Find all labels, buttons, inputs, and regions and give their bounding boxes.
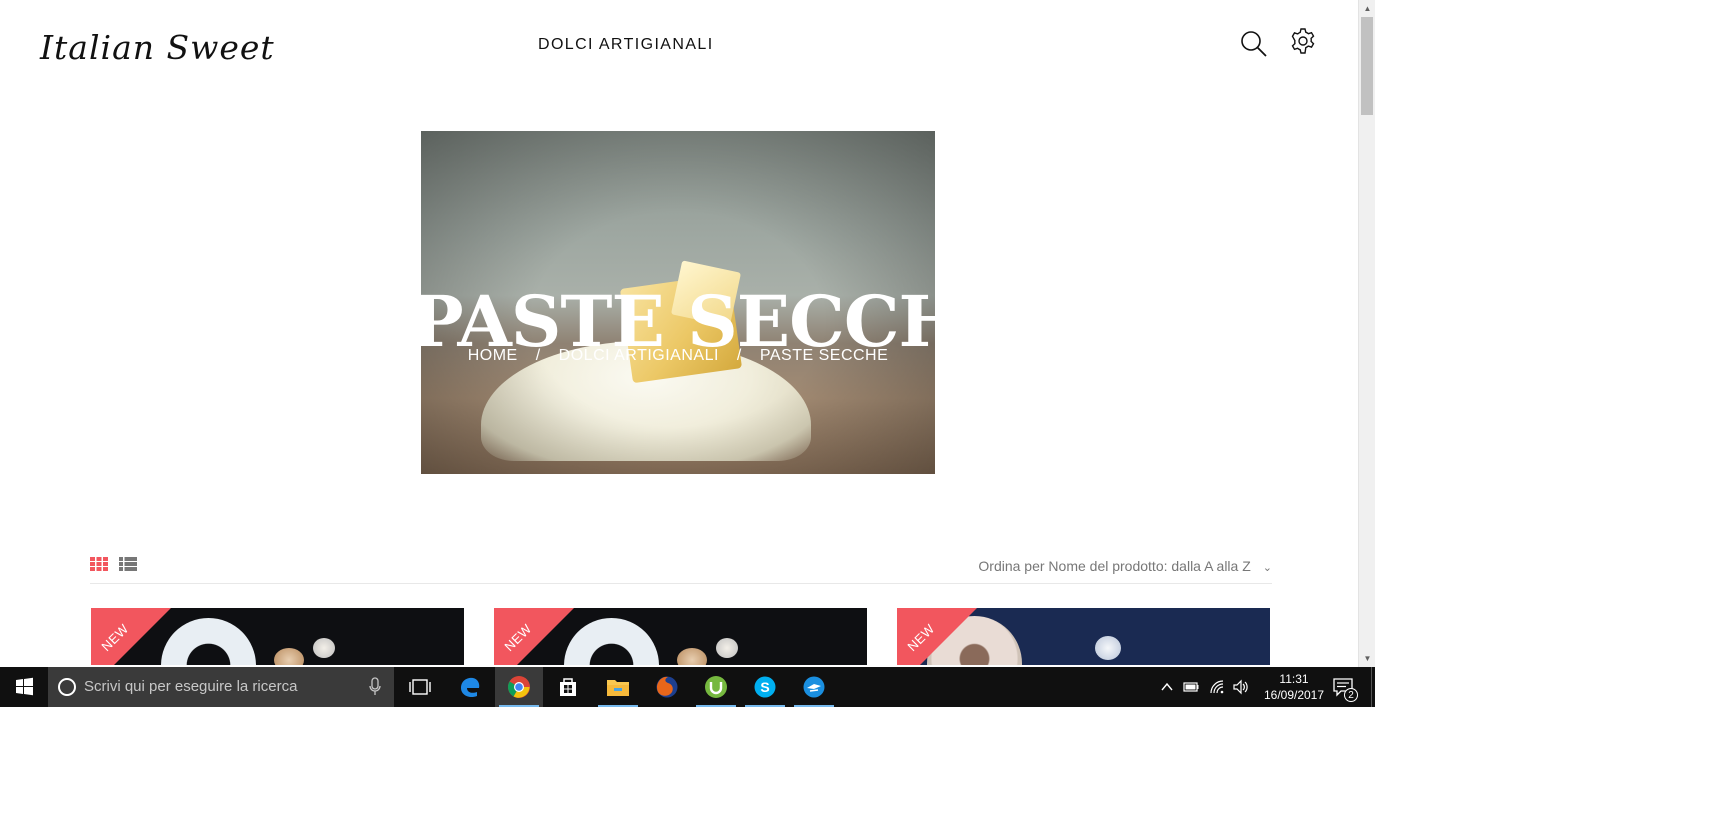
active-app-indicator (794, 705, 834, 707)
show-desktop-button[interactable] (1371, 667, 1375, 707)
notification-count-badge: 2 (1344, 688, 1358, 702)
scroll-thumb[interactable] (1361, 17, 1373, 115)
utorrent-icon[interactable] (692, 667, 740, 707)
edge-browser-icon[interactable] (446, 667, 494, 707)
breadcrumb-separator: / (736, 347, 742, 364)
scroll-down-arrow-icon[interactable]: ▼ (1359, 650, 1376, 667)
chrome-browser-icon[interactable] (495, 667, 543, 707)
product-image-detail (313, 638, 335, 658)
windows-start-icon[interactable] (0, 667, 48, 707)
new-badge (897, 608, 977, 665)
firefox-icon[interactable] (643, 667, 691, 707)
active-app-indicator (745, 705, 785, 707)
breadcrumb-home[interactable]: HOME (468, 347, 518, 364)
microphone-icon[interactable] (368, 677, 382, 697)
nav-item-dolci-artigianali[interactable]: DOLCI ARTIGIANALI (538, 36, 714, 54)
product-card[interactable]: NEW (91, 608, 464, 665)
cortana-icon (58, 678, 76, 696)
breadcrumb-separator: / (535, 347, 541, 364)
list-view-icon[interactable] (119, 557, 137, 571)
chevron-down-icon: ⌄ (1262, 562, 1272, 574)
browser-viewport: Italian Sweet DOLCI ARTIGIANALI PASTE SE… (0, 0, 1358, 665)
taskbar-search-placeholder: Scrivi qui per eseguire la ricerca (84, 678, 298, 695)
search-icon[interactable] (1240, 30, 1268, 58)
vertical-scrollbar[interactable]: ▲ ▼ (1358, 0, 1375, 667)
sort-select[interactable]: Ordina per Nome del prodotto: dalla A al… (978, 558, 1272, 574)
product-image (564, 618, 659, 665)
product-image-detail (274, 648, 304, 665)
product-image-detail (716, 638, 738, 658)
taskbar-search-input[interactable]: Scrivi qui per eseguire la ricerca (48, 667, 394, 707)
taskbar-clock[interactable]: 11:31 16/09/2017 (1254, 671, 1334, 703)
skype-icon[interactable]: S (741, 667, 789, 707)
clock-time: 11:31 (1279, 672, 1309, 686)
site-logo[interactable]: Italian Sweet (40, 28, 275, 67)
windows-taskbar: Scrivi qui per eseguire la ricerca S 11:… (0, 667, 1375, 707)
product-card[interactable]: NEW (897, 608, 1270, 665)
battery-icon[interactable] (1183, 679, 1199, 695)
chevron-up-icon[interactable] (1159, 679, 1175, 695)
sort-label: Ordina per Nome del prodotto: dalla A al… (978, 558, 1251, 574)
volume-icon[interactable] (1232, 679, 1248, 695)
product-image-detail (1095, 636, 1121, 660)
hero-banner: PASTE SECCHE HOME / DOLCI ARTIGIANALI / PAST… (421, 131, 935, 474)
file-explorer-icon[interactable] (594, 667, 642, 707)
breadcrumb-current: PASTE SECCHE (759, 347, 889, 364)
active-app-indicator (499, 705, 539, 707)
clock-date: 16/09/2017 (1263, 688, 1325, 702)
task-view-icon[interactable] (396, 667, 444, 707)
wifi-icon[interactable] (1209, 679, 1225, 695)
app-icon[interactable] (790, 667, 838, 707)
product-toolbar: Ordina per Nome del prodotto: dalla A al… (90, 552, 1272, 584)
product-image (161, 618, 256, 665)
active-app-indicator (598, 705, 638, 707)
breadcrumb-dolci-artigianali[interactable]: DOLCI ARTIGIANALI (559, 347, 719, 364)
gear-icon[interactable] (1289, 27, 1317, 55)
scroll-up-arrow-icon[interactable]: ▲ (1359, 0, 1376, 17)
breadcrumb: HOME / DOLCI ARTIGIANALI / PASTE SECCHE (421, 347, 935, 365)
grid-view-icon[interactable] (90, 557, 108, 571)
product-image-detail (677, 648, 707, 665)
active-app-indicator (696, 705, 736, 707)
store-icon[interactable] (544, 667, 592, 707)
svg-text:S: S (760, 679, 769, 695)
product-card[interactable]: NEW (494, 608, 867, 665)
new-badge (91, 608, 171, 665)
new-badge (494, 608, 574, 665)
